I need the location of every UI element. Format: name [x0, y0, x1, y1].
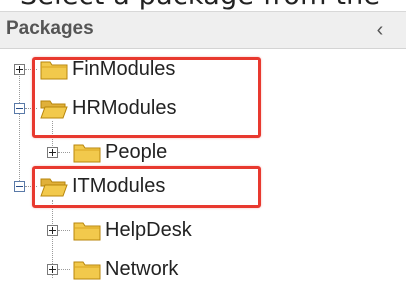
tree-connector	[25, 186, 37, 187]
minus-bar	[16, 186, 23, 187]
folder-closed-icon	[73, 222, 101, 241]
tree-node-label[interactable]: HelpDesk	[105, 218, 192, 242]
tree-connector	[58, 152, 70, 153]
minus-bar	[16, 108, 23, 109]
instruction-heading: Select a package from the	[20, 0, 380, 11]
tree-connector	[58, 269, 70, 270]
plus-bar-vertical	[52, 149, 53, 156]
tree-connector	[25, 108, 37, 109]
packages-screenshot: Select a package from the Packages ‹	[0, 0, 406, 288]
minus-box-icon[interactable]	[14, 181, 25, 192]
tree-node-label[interactable]: Network	[105, 257, 178, 281]
plus-bar-vertical	[52, 266, 53, 273]
folder-closed-icon	[40, 61, 68, 80]
folder-open-icon	[40, 100, 68, 119]
folder-open-icon	[40, 178, 68, 197]
minus-box-icon[interactable]	[14, 103, 25, 114]
plus-box-icon[interactable]	[47, 147, 58, 158]
chevron-left-icon[interactable]: ‹	[366, 16, 394, 44]
tree-connector	[58, 230, 70, 231]
plus-box-icon[interactable]	[47, 264, 58, 275]
tree-connector	[25, 69, 37, 70]
panel-title: Packages	[6, 18, 94, 39]
plus-box-icon[interactable]	[47, 225, 58, 236]
plus-box-icon[interactable]	[14, 64, 25, 75]
packages-panel: Packages ‹ FinModules HRModules People I…	[0, 11, 406, 288]
panel-header: Packages ‹	[0, 12, 406, 49]
tree-node-label[interactable]: ITModules	[72, 174, 165, 198]
folder-closed-icon	[73, 144, 101, 163]
tree-node-label[interactable]: People	[105, 140, 167, 164]
plus-bar-vertical	[19, 66, 20, 73]
plus-bar-vertical	[52, 227, 53, 234]
package-tree: FinModules HRModules People ITModules He…	[0, 49, 406, 288]
folder-closed-icon	[73, 261, 101, 280]
tree-connector	[19, 68, 20, 181]
tree-node-label[interactable]: FinModules	[72, 57, 175, 81]
tree-node-label[interactable]: HRModules	[72, 96, 176, 120]
